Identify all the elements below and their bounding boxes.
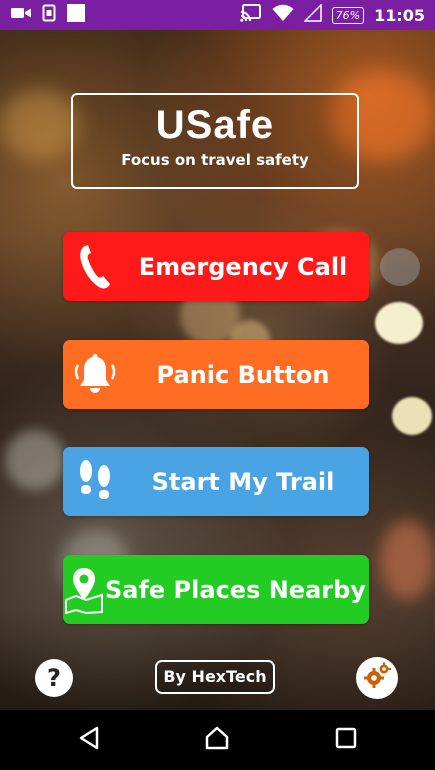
- settings-button[interactable]: [356, 657, 398, 699]
- signal-icon: [302, 3, 322, 26]
- back-button[interactable]: [59, 715, 119, 765]
- recents-square-icon: [335, 727, 357, 753]
- app-title-box: USafe Focus on travel safety: [71, 93, 359, 189]
- panic-button[interactable]: Panic Button: [63, 340, 369, 409]
- map-pin-icon: [63, 555, 105, 624]
- status-left: [10, 3, 86, 27]
- panic-button-label: Panic Button: [156, 360, 330, 389]
- gears-icon: [362, 661, 392, 695]
- storage-icon: [42, 4, 56, 26]
- notification-square-icon: [66, 3, 86, 27]
- status-right: 76% 11:05: [239, 3, 425, 26]
- start-my-trail-button[interactable]: Start My Trail: [63, 447, 369, 516]
- wifi-icon: [272, 4, 294, 26]
- credit-badge: By HexTech: [155, 660, 275, 694]
- bell-icon: [63, 340, 127, 409]
- battery-indicator: 76%: [331, 6, 365, 24]
- recents-button[interactable]: [316, 715, 376, 765]
- app-title: USafe: [155, 103, 275, 147]
- app-subtitle: Focus on travel safety: [121, 151, 309, 169]
- start-my-trail-label: Start My Trail: [151, 467, 335, 496]
- safe-places-nearby-label: Safe Places Nearby: [105, 575, 366, 604]
- emergency-call-button[interactable]: Emergency Call: [63, 232, 369, 301]
- help-button[interactable]: ?: [35, 659, 73, 697]
- home-icon: [204, 726, 230, 754]
- footprints-icon: [63, 447, 127, 516]
- status-bar: 76% 11:05: [0, 0, 435, 30]
- phone-icon: [63, 232, 127, 301]
- status-time: 11:05: [374, 5, 425, 25]
- video-camera-icon: [10, 5, 32, 25]
- safe-places-nearby-button[interactable]: Safe Places Nearby: [63, 555, 369, 624]
- emergency-call-label: Emergency Call: [138, 252, 348, 281]
- navigation-bar: [0, 710, 435, 770]
- cast-icon: [239, 4, 262, 26]
- home-button[interactable]: [187, 715, 247, 765]
- back-triangle-icon: [78, 726, 100, 754]
